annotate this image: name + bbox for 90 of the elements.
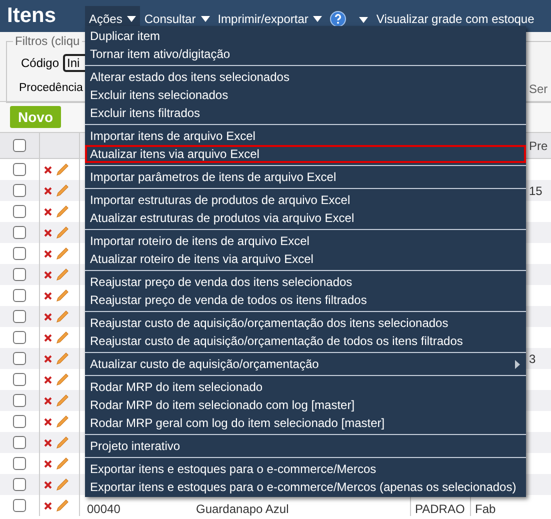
menu-item[interactable]: Atualizar estruturas de produtos via arquivo Excel xyxy=(85,209,526,227)
menu-item[interactable]: Exportar itens e estoques para o e-commerce/Mercos xyxy=(85,460,526,478)
pencil-icon[interactable] xyxy=(56,331,69,344)
caret-icon xyxy=(313,16,322,22)
menu-item[interactable]: Projeto interativo xyxy=(85,437,526,455)
checkbox[interactable] xyxy=(13,247,26,260)
pencil-icon[interactable] xyxy=(56,184,69,197)
menu-item[interactable]: Importar estruturas de produtos de arquivo Excel xyxy=(85,191,526,209)
pencil-icon[interactable] xyxy=(56,499,69,512)
table-cell: Fab xyxy=(475,502,496,516)
menu-item[interactable]: Excluir itens selecionados xyxy=(85,86,526,104)
field-label: Ser xyxy=(529,81,549,98)
menu-item[interactable]: Importar parâmetros de itens de arquivo Excel xyxy=(85,168,526,186)
delete-icon[interactable] xyxy=(44,334,52,342)
checkbox[interactable] xyxy=(13,373,26,386)
delete-icon[interactable] xyxy=(44,270,52,278)
checkbox[interactable] xyxy=(13,289,26,302)
checkbox[interactable] xyxy=(13,436,26,449)
menu-item[interactable]: Reajustar custo de aquisição/orçamentação dos itens selecionados xyxy=(85,314,526,332)
caret-icon xyxy=(359,16,368,23)
pencil-icon[interactable] xyxy=(56,226,69,239)
table-cell: Guardanapo Azul xyxy=(196,502,289,516)
checkbox[interactable] xyxy=(13,268,26,281)
pencil-icon[interactable] xyxy=(56,457,69,470)
pencil-icon[interactable] xyxy=(56,310,69,323)
pencil-icon[interactable] xyxy=(56,268,69,281)
delete-icon[interactable] xyxy=(44,502,52,510)
pencil-icon[interactable] xyxy=(56,436,69,449)
checkbox[interactable] xyxy=(13,478,26,491)
table-cell: 00040 xyxy=(87,502,120,516)
delete-icon[interactable] xyxy=(44,418,52,426)
delete-icon[interactable] xyxy=(44,480,52,488)
delete-icon[interactable] xyxy=(44,438,52,446)
delete-icon[interactable] xyxy=(44,250,52,258)
delete-icon[interactable] xyxy=(44,166,52,174)
table-cell: 15 xyxy=(529,184,542,198)
delete-icon[interactable] xyxy=(44,228,52,236)
checkbox[interactable] xyxy=(13,139,26,152)
menu-item[interactable]: Rodar MRP geral com log do item selecionado [master] xyxy=(85,414,526,432)
menu-item[interactable]: Importar itens de arquivo Excel xyxy=(85,127,526,145)
pencil-icon[interactable] xyxy=(56,352,69,365)
checkbox[interactable] xyxy=(13,415,26,428)
pencil-icon[interactable] xyxy=(56,247,69,260)
checkbox[interactable] xyxy=(13,457,26,470)
menu-item[interactable]: Alterar estado dos itens selecionados xyxy=(85,68,526,86)
pencil-icon[interactable] xyxy=(56,289,69,302)
delete-icon[interactable] xyxy=(44,460,52,468)
pencil-icon[interactable] xyxy=(56,478,69,491)
checkbox[interactable] xyxy=(13,205,26,218)
delete-icon[interactable] xyxy=(44,396,52,404)
menu-item[interactable]: Atualizar itens via arquivo Excel xyxy=(85,145,526,163)
checkbox[interactable] xyxy=(13,394,26,407)
column-header: Pre xyxy=(528,138,549,154)
field-label: Código xyxy=(21,55,60,72)
menu-item[interactable]: Reajustar custo de aquisição/orçamentação de todos os itens filtrados xyxy=(85,332,526,350)
checkbox[interactable] xyxy=(13,163,26,176)
page-title: Itens xyxy=(6,3,58,30)
delete-icon[interactable] xyxy=(44,292,52,300)
pencil-icon[interactable] xyxy=(56,394,69,407)
checkbox[interactable] xyxy=(13,226,26,239)
delete-icon[interactable] xyxy=(44,208,52,216)
pencil-icon[interactable] xyxy=(56,373,69,386)
checkbox[interactable] xyxy=(13,499,26,512)
table-cell: PADRAO xyxy=(415,502,465,516)
menu-item[interactable]: Reajustar preço de venda dos itens selecionados xyxy=(85,273,526,291)
checkbox[interactable] xyxy=(13,310,26,323)
delete-icon[interactable] xyxy=(44,376,52,384)
menu-item[interactable]: Excluir itens filtrados xyxy=(85,104,526,122)
pencil-icon[interactable] xyxy=(56,415,69,428)
menu-item[interactable]: Importar roteiro de itens de arquivo Excel xyxy=(85,232,526,250)
pencil-icon[interactable] xyxy=(56,205,69,218)
field-label: Procedência xyxy=(19,81,83,96)
checkbox[interactable] xyxy=(13,331,26,344)
filter-legend: Filtros (cliqu xyxy=(13,34,82,48)
delete-icon[interactable] xyxy=(44,312,52,320)
table-cell: 3 xyxy=(529,352,536,366)
menu-item[interactable]: Rodar MRP do item selecionado com log [master] xyxy=(85,396,526,414)
menu-item[interactable]: Exportar itens e estoques para o e-commerce/Mercos (apenas os selecionados) xyxy=(85,478,526,496)
menu-item[interactable]: Atualizar custo de aquisição/orçamentação xyxy=(85,355,526,373)
menu-item[interactable]: Rodar MRP do item selecionado xyxy=(85,378,526,396)
pencil-icon[interactable] xyxy=(56,163,69,176)
menu-item[interactable]: Atualizar roteiro de itens via arquivo Excel xyxy=(85,250,526,268)
caret-icon xyxy=(127,16,136,22)
checkbox[interactable] xyxy=(13,352,26,365)
menu-item[interactable]: Tornar item ativo/digitação xyxy=(85,45,526,63)
menu-item[interactable]: Reajustar preço de venda de todos os itens filtrados xyxy=(85,291,526,309)
delete-icon[interactable] xyxy=(44,186,52,194)
checkbox[interactable] xyxy=(13,184,26,197)
delete-icon[interactable] xyxy=(44,354,52,362)
caret-icon xyxy=(200,16,210,22)
